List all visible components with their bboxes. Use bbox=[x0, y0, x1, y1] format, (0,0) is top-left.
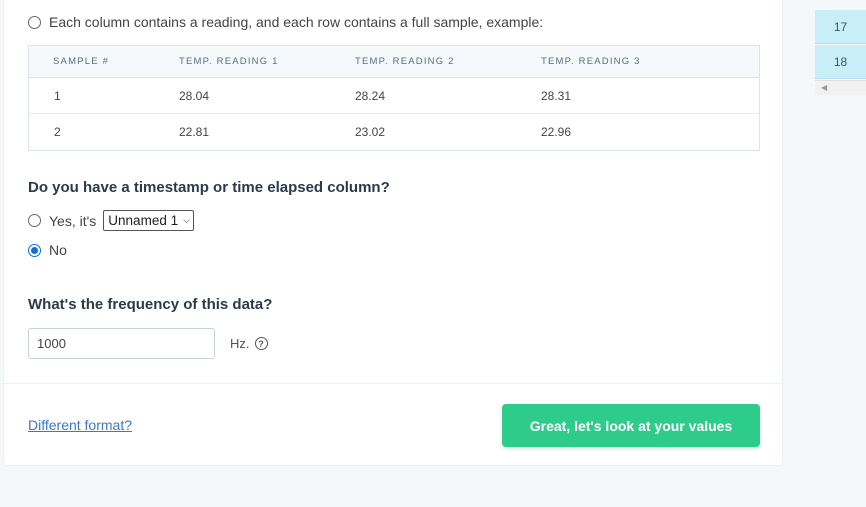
table-header-reading-3: TEMP. READING 3 bbox=[541, 56, 641, 67]
format-card: Each column contains a reading, and each… bbox=[3, 0, 783, 466]
frequency-unit-label: Hz. bbox=[230, 336, 250, 351]
timestamp-no-radio[interactable] bbox=[28, 243, 41, 257]
table-row: 2 22.81 23.02 22.96 bbox=[29, 114, 759, 150]
frequency-input[interactable]: 1000 bbox=[28, 328, 215, 359]
format-option-label: Each column contains a reading, and each… bbox=[49, 14, 544, 30]
timestamp-column-select-value: Unnamed 1 bbox=[108, 213, 179, 228]
continue-button[interactable]: Great, let's look at your values bbox=[502, 404, 760, 447]
frequency-question-title: What's the frequency of this data? bbox=[28, 296, 273, 313]
table-row: 1 28.04 28.24 28.31 bbox=[29, 78, 759, 114]
table-cell: 23.02 bbox=[355, 125, 386, 139]
timestamp-column-select[interactable]: Unnamed 1 ⌵ bbox=[103, 210, 194, 231]
table-cell: 22.81 bbox=[179, 125, 210, 139]
format-option-column-readings[interactable]: Each column contains a reading, and each… bbox=[28, 14, 543, 30]
table-cell: 22.96 bbox=[541, 125, 572, 139]
table-cell: 1 bbox=[54, 88, 61, 103]
sample-table: SAMPLE # TEMP. READING 1 TEMP. READING 2… bbox=[28, 45, 760, 151]
table-header-sample: SAMPLE # bbox=[53, 56, 110, 67]
different-format-link[interactable]: Different format? bbox=[28, 417, 132, 433]
row-number-cell: 17 bbox=[815, 10, 866, 44]
help-icon[interactable]: ? bbox=[254, 337, 268, 350]
footer-divider bbox=[4, 383, 782, 384]
row-number-cell: 18 bbox=[815, 45, 866, 79]
timestamp-yes-radio[interactable] bbox=[28, 214, 41, 227]
spreadsheet-side-panel: 17 18 ◀ bbox=[815, 0, 866, 100]
frequency-unit: Hz. ? bbox=[230, 336, 268, 351]
table-cell: 28.24 bbox=[355, 88, 386, 103]
timestamp-option-yes[interactable]: Yes, it's Unnamed 1 ⌵ bbox=[28, 210, 194, 231]
frequency-input-value: 1000 bbox=[37, 336, 66, 351]
timestamp-question-title: Do you have a timestamp or time elapsed … bbox=[28, 179, 390, 196]
table-cell: 28.31 bbox=[541, 88, 572, 103]
scroll-left-icon[interactable]: ◀ bbox=[821, 83, 827, 92]
table-cell: 2 bbox=[54, 125, 61, 139]
horizontal-scrollbar[interactable]: ◀ bbox=[815, 80, 866, 95]
timestamp-no-label: No bbox=[49, 242, 67, 258]
table-cell: 28.04 bbox=[179, 88, 210, 103]
timestamp-option-no[interactable]: No bbox=[28, 242, 67, 258]
format-radio[interactable] bbox=[28, 15, 41, 29]
table-header-reading-2: TEMP. READING 2 bbox=[355, 56, 455, 67]
table-header-row: SAMPLE # TEMP. READING 1 TEMP. READING 2… bbox=[29, 46, 759, 78]
table-header-reading-1: TEMP. READING 1 bbox=[179, 56, 279, 67]
timestamp-yes-label: Yes, it's bbox=[49, 212, 97, 229]
chevron-down-icon: ⌵ bbox=[183, 215, 190, 225]
